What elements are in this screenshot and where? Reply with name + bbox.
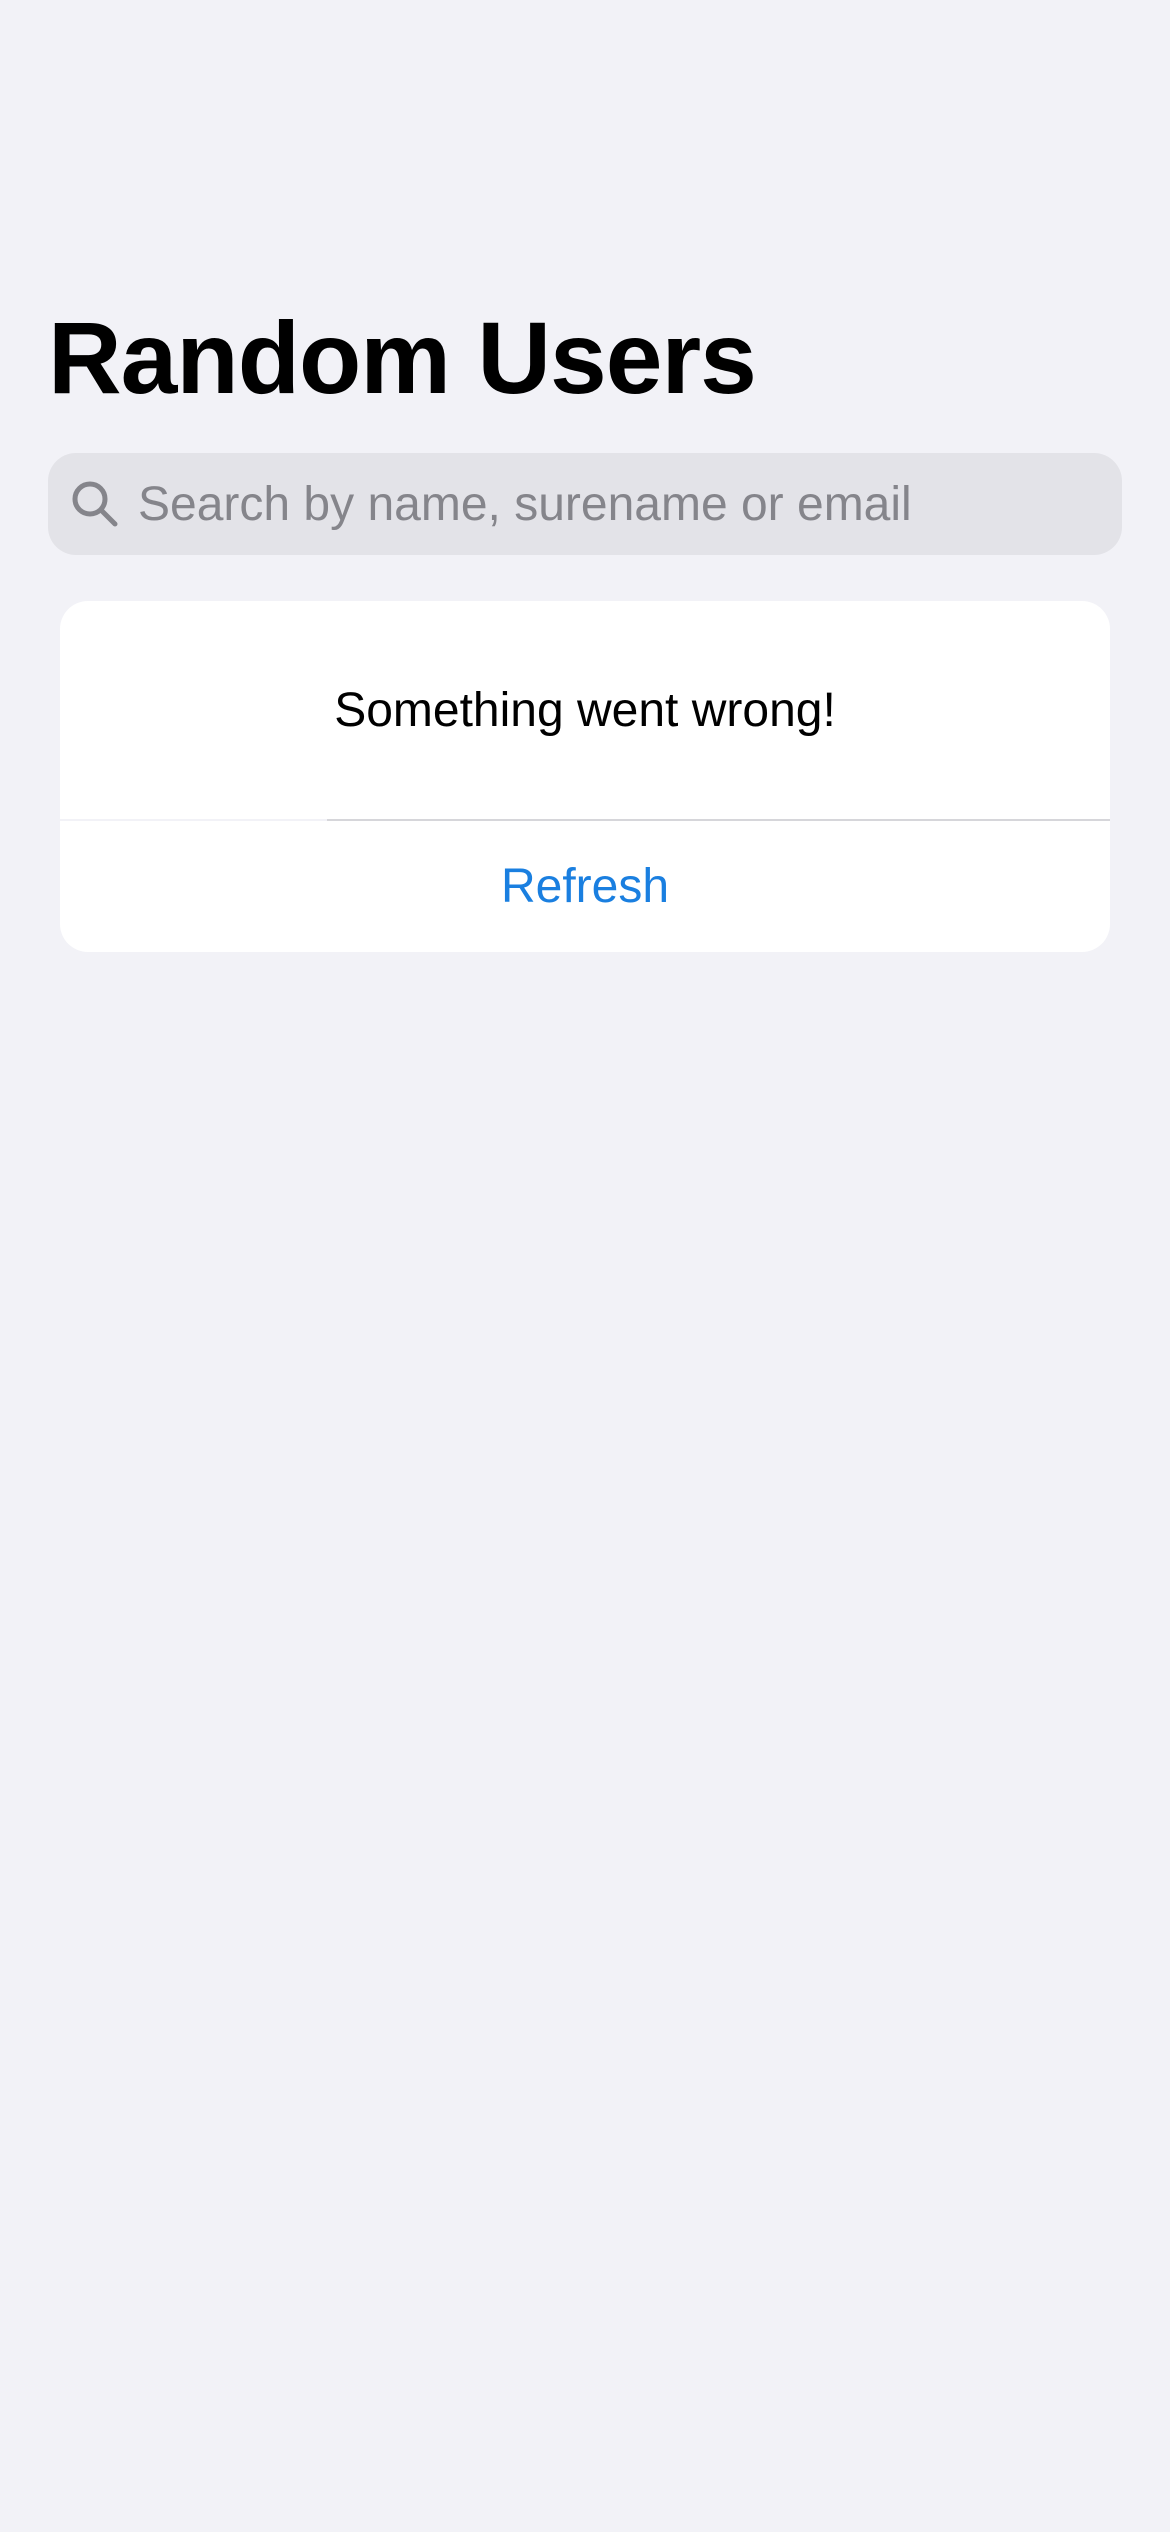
screen: Random Users Something went wrong! Refre… <box>0 0 1170 2532</box>
error-message-card: Something went wrong! <box>60 601 1110 819</box>
search-bar[interactable] <box>48 453 1122 555</box>
refresh-button[interactable]: Refresh <box>60 821 1110 952</box>
refresh-button-label: Refresh <box>500 860 670 913</box>
search-icon <box>70 479 120 529</box>
page-title: Random Users <box>48 301 757 415</box>
search-input[interactable] <box>138 453 1122 555</box>
error-message: Something went wrong! <box>334 683 836 737</box>
